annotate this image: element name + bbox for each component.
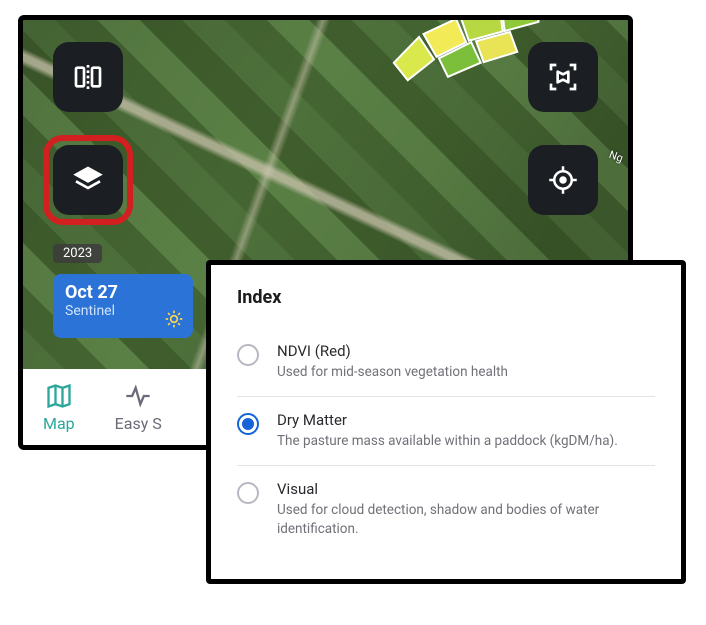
locate-button[interactable] <box>528 145 598 215</box>
option-title: NDVI (Red) <box>277 342 508 360</box>
map-frame-icon <box>547 61 579 93</box>
radio-icon <box>237 344 259 366</box>
tab-easy-scan-label: Easy S <box>115 414 162 433</box>
option-desc: The pasture mass available within a padd… <box>277 432 618 451</box>
index-option-visual[interactable]: Visual Used for cloud detection, shadow … <box>237 466 655 553</box>
layers-icon <box>72 164 104 196</box>
pulse-icon <box>124 382 152 410</box>
imagery-date: Oct 27 <box>65 282 181 303</box>
tab-map[interactable]: Map <box>43 382 75 433</box>
sun-icon <box>164 309 184 329</box>
radio-icon <box>237 413 259 435</box>
index-heading: Index <box>237 287 655 308</box>
imagery-date-card[interactable]: Oct 27 Sentinel <box>53 274 193 338</box>
option-desc: Used for cloud detection, shadow and bod… <box>277 501 655 539</box>
compare-button[interactable] <box>53 42 123 112</box>
crosshair-icon <box>548 165 578 195</box>
index-popover: Index NDVI (Red) Used for mid-season veg… <box>206 260 686 584</box>
road-label: Ng <box>607 148 625 165</box>
tab-easy-scan[interactable]: Easy S <box>115 382 162 433</box>
radio-icon <box>237 482 259 504</box>
layers-button[interactable] <box>53 145 123 215</box>
index-option-dry-matter[interactable]: Dry Matter The pasture mass available wi… <box>237 397 655 466</box>
year-badge: 2023 <box>53 244 102 263</box>
fit-bounds-button[interactable] <box>528 42 598 112</box>
option-title: Dry Matter <box>277 411 618 429</box>
map-icon <box>45 382 73 410</box>
option-title: Visual <box>277 480 655 498</box>
option-desc: Used for mid-season vegetation health <box>277 363 508 382</box>
index-option-ndvi[interactable]: NDVI (Red) Used for mid-season vegetatio… <box>237 328 655 397</box>
tab-map-label: Map <box>43 414 75 433</box>
split-compare-icon <box>72 61 104 93</box>
